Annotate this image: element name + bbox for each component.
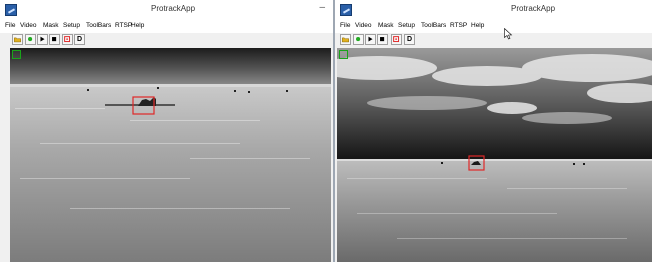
- title-bar: ProtrackApp –: [0, 0, 333, 21]
- roi-marker[interactable]: [12, 50, 21, 59]
- open-folder-icon: [341, 37, 350, 43]
- roi-marker[interactable]: [339, 50, 348, 59]
- menu-rtsp[interactable]: RTSP: [115, 22, 132, 29]
- minimize-button[interactable]: –: [319, 2, 325, 13]
- menu-toolbars[interactable]: ToolBars: [421, 22, 446, 29]
- menu-video[interactable]: Video: [355, 22, 372, 29]
- menu-mask[interactable]: Mask: [43, 22, 59, 29]
- thermal-video-frame: [10, 48, 331, 262]
- left-app-window: ProtrackApp – File Video Mask Setup Tool…: [0, 0, 333, 262]
- app-logo-icon: [5, 4, 17, 16]
- right-app-window: ProtrackApp File Video Mask Setup ToolBa…: [335, 0, 652, 262]
- stop-button[interactable]: [49, 34, 60, 45]
- open-button[interactable]: [12, 34, 23, 45]
- open-button[interactable]: [340, 34, 351, 45]
- record-icon: [28, 37, 33, 42]
- menu-setup[interactable]: Setup: [63, 22, 80, 29]
- menu-video[interactable]: Video: [20, 22, 37, 29]
- stop-icon: [380, 37, 385, 42]
- detect-button[interactable]: D: [404, 34, 415, 45]
- menu-bar: File Video Mask Setup ToolBars RTSP Help: [0, 21, 333, 33]
- window-title: ProtrackApp: [151, 4, 196, 13]
- menu-mask[interactable]: Mask: [378, 22, 394, 29]
- record-button[interactable]: [25, 34, 36, 45]
- menu-help[interactable]: Help: [471, 22, 484, 29]
- play-button[interactable]: [37, 34, 48, 45]
- stop-icon: [52, 37, 57, 42]
- video-view[interactable]: [10, 48, 331, 262]
- play-icon: [368, 36, 373, 42]
- play-button[interactable]: [365, 34, 376, 45]
- record-button[interactable]: [353, 34, 364, 45]
- target-button[interactable]: [391, 34, 402, 45]
- menu-toolbars[interactable]: ToolBars: [86, 22, 111, 29]
- record-icon: [356, 37, 361, 42]
- menu-file[interactable]: File: [340, 22, 350, 29]
- open-folder-icon: [13, 37, 22, 43]
- toolbar: D: [335, 33, 652, 47]
- title-bar: ProtrackApp: [335, 0, 652, 21]
- target-box-icon: [64, 36, 71, 43]
- menu-rtsp[interactable]: RTSP: [450, 22, 467, 29]
- mouse-cursor-icon: [504, 28, 513, 40]
- detect-button[interactable]: D: [74, 34, 85, 45]
- window-title: ProtrackApp: [511, 4, 556, 13]
- toolbar: D: [0, 33, 333, 47]
- menu-help[interactable]: Help: [131, 22, 144, 29]
- video-view[interactable]: [337, 48, 652, 262]
- detect-label: D: [406, 36, 413, 43]
- menu-setup[interactable]: Setup: [398, 22, 415, 29]
- menu-bar: File Video Mask Setup ToolBars RTSP Help: [335, 21, 652, 33]
- menu-file[interactable]: File: [5, 22, 15, 29]
- app-logo-icon: [340, 4, 352, 16]
- target-box-icon: [393, 36, 400, 43]
- target-button[interactable]: [62, 34, 73, 45]
- detect-label: D: [76, 36, 83, 43]
- stop-button[interactable]: [377, 34, 388, 45]
- play-icon: [40, 36, 45, 42]
- thermal-video-frame: [337, 48, 652, 262]
